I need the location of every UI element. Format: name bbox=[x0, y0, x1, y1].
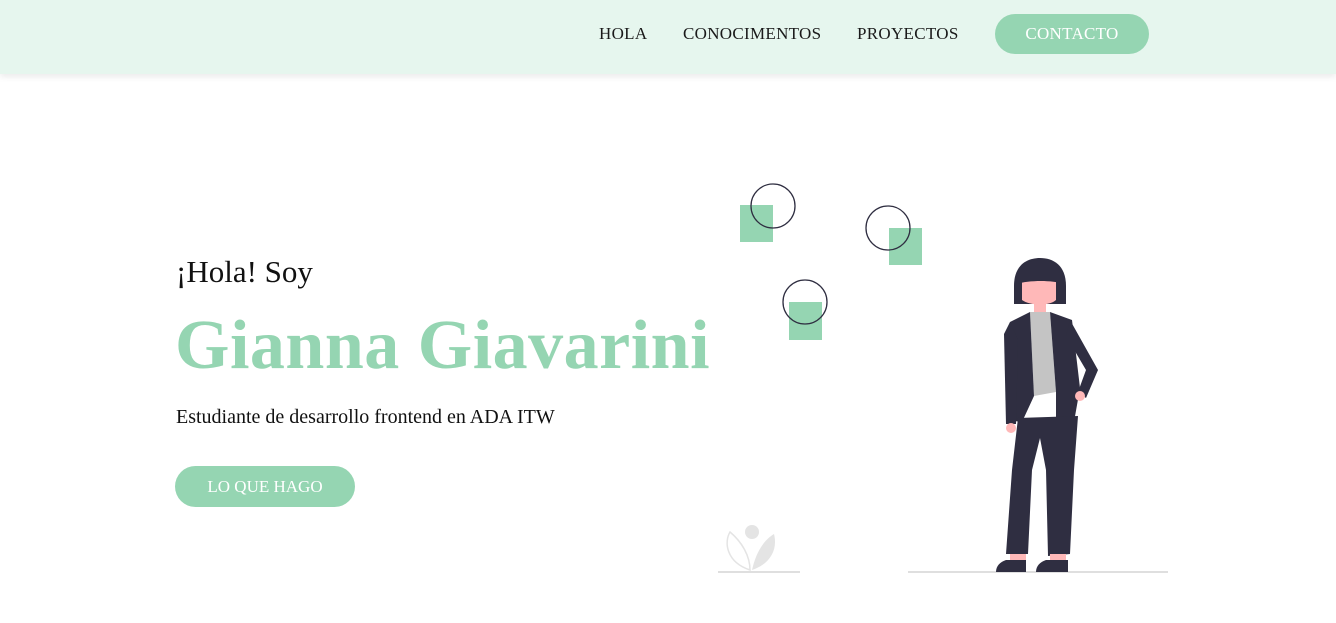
deco-shape-1 bbox=[740, 183, 796, 242]
plant-icon bbox=[726, 525, 776, 572]
contact-button[interactable]: CONTACTO bbox=[995, 14, 1149, 54]
nav-link-proyectos[interactable]: PROYECTOS bbox=[857, 24, 959, 44]
what-i-do-button[interactable]: LO QUE HAGO bbox=[175, 466, 355, 507]
nav-link-hola[interactable]: HOLA bbox=[599, 24, 647, 44]
hero-name: Gianna Giavarini bbox=[175, 307, 711, 384]
hero-illustration bbox=[718, 183, 1168, 573]
deco-shape-3 bbox=[782, 279, 828, 340]
top-navbar: HOLA CONOCIMENTOS PROYECTOS CONTACTO bbox=[0, 0, 1336, 74]
woman-figure bbox=[996, 258, 1098, 572]
hero-greeting: ¡Hola! Soy bbox=[176, 254, 313, 289]
deco-shape-2 bbox=[865, 205, 922, 265]
nav-link-conocimentos[interactable]: CONOCIMENTOS bbox=[683, 24, 821, 44]
hero-subtitle: Estudiante de desarrollo frontend en ADA… bbox=[176, 406, 555, 428]
